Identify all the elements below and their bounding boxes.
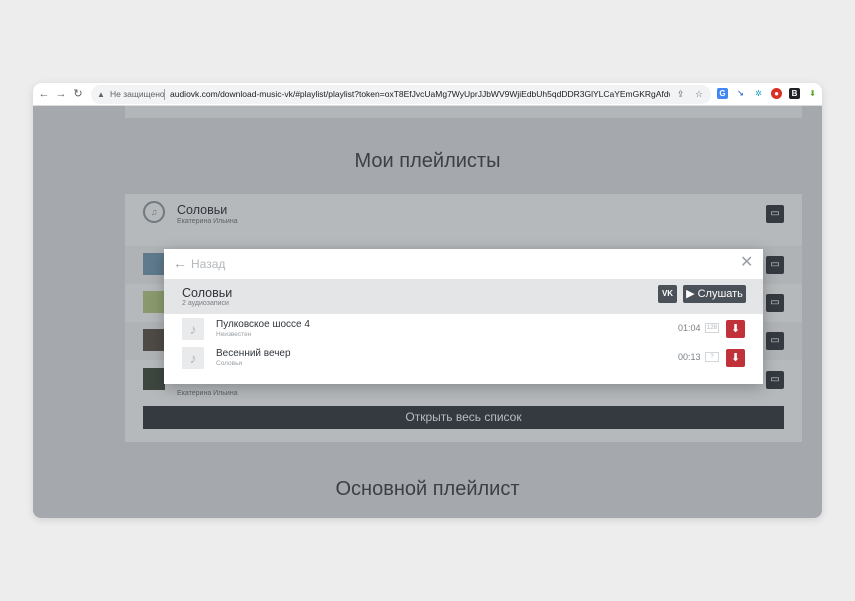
extension-icon[interactable]: ● (771, 88, 782, 99)
share-icon[interactable]: ⇪ (677, 85, 685, 104)
security-label: Не защищено (110, 89, 165, 99)
open-folder-button[interactable]: ▭ (766, 371, 784, 389)
playlist-header-bar: Соловьи 2 аудиозаписи VK ▶ Слушать (164, 279, 763, 314)
omnibox-divider (164, 89, 165, 100)
track-bitrate: 128 (705, 323, 719, 333)
forward-icon[interactable]: → (54, 87, 68, 101)
play-icon: ▶ (686, 288, 698, 300)
playlist-cover (143, 291, 165, 313)
playlist-cover (143, 368, 165, 390)
warning-icon: ▲ (97, 90, 105, 99)
address-bar: ← → ↻ ▲ Не защищено audiovk.com/download… (33, 83, 822, 106)
url-omnibox[interactable]: ▲ Не защищено audiovk.com/download-music… (91, 85, 711, 104)
extension-icon[interactable]: ⬇ (807, 88, 818, 99)
modal-track-count: 2 аудиозаписи (182, 300, 229, 307)
bookmark-icon[interactable]: B (789, 88, 800, 99)
download-icon: ⬇ (730, 352, 741, 364)
track-artist: Соловьи (216, 360, 243, 367)
track-artist: Неизвестен (216, 331, 252, 338)
modal-header: ← Назад ✕ (164, 249, 763, 279)
vk-button[interactable]: VK (658, 285, 677, 303)
listen-button[interactable]: ▶ Слушать (683, 285, 746, 303)
playlist-cover (143, 329, 165, 351)
browser-window: ← → ↻ ▲ Не защищено audiovk.com/download… (33, 83, 822, 518)
open-all-button[interactable]: Открыть весь список (143, 406, 784, 429)
main-playlist-heading: Основной плейлист (335, 478, 520, 500)
disc-icon: ♫ (143, 201, 165, 223)
track-duration: 00:13 (678, 352, 701, 362)
playlist-owner: Екатерина Ильина (177, 390, 238, 397)
playlist-cover (143, 253, 165, 275)
star-icon[interactable]: ☆ (695, 85, 703, 104)
playlist-title: Соловьи (177, 203, 228, 217)
reload-icon[interactable]: ↻ (71, 87, 85, 101)
back-arrow-icon[interactable]: ← (173, 256, 187, 270)
music-note-icon: ♪ (182, 347, 204, 369)
download-button[interactable]: ⬇ (726, 320, 745, 338)
open-folder-button[interactable]: ▭ (766, 332, 784, 350)
track-duration: 01:04 (678, 323, 701, 333)
listen-label: Слушать (697, 288, 743, 300)
close-icon[interactable]: ✕ (740, 255, 753, 271)
open-folder-button[interactable]: ▭ (766, 256, 784, 274)
open-folder-button[interactable]: ▭ (766, 205, 784, 223)
download-button[interactable]: ⬇ (726, 349, 745, 367)
track-title: Весенний вечер (216, 348, 291, 359)
playlists-heading: Мои плейлисты (354, 150, 501, 172)
modal-playlist-title: Соловьи (182, 286, 233, 300)
extension-icon[interactable]: ✲ (753, 88, 764, 99)
track-title: Пулковское шоссе 4 (216, 319, 310, 330)
previous-section-strip (125, 106, 802, 118)
translate-icon[interactable]: G (717, 88, 728, 99)
track-row[interactable]: ♪ Весенний вечер Соловьи 00:13 ? ⬇ (164, 343, 763, 372)
track-row[interactable]: ♪ Пулковское шоссе 4 Неизвестен 01:04 12… (164, 314, 763, 343)
playlist-modal: ← Назад ✕ Соловьи 2 аудиозаписи VK ▶ Слу… (164, 249, 763, 384)
url-text[interactable]: audiovk.com/download-music-vk/#playlist/… (170, 85, 670, 104)
playlist-row[interactable]: ♫ Соловьи Екатерина Ильина ▭ (125, 194, 802, 232)
extension-icon[interactable]: ↘ (735, 88, 746, 99)
track-bitrate: ? (705, 352, 719, 362)
open-folder-button[interactable]: ▭ (766, 294, 784, 312)
back-label[interactable]: Назад (191, 257, 225, 271)
music-note-icon: ♪ (182, 318, 204, 340)
back-icon[interactable]: ← (37, 87, 51, 101)
playlist-owner: Екатерина Ильина (177, 218, 238, 225)
download-icon: ⬇ (730, 323, 741, 335)
